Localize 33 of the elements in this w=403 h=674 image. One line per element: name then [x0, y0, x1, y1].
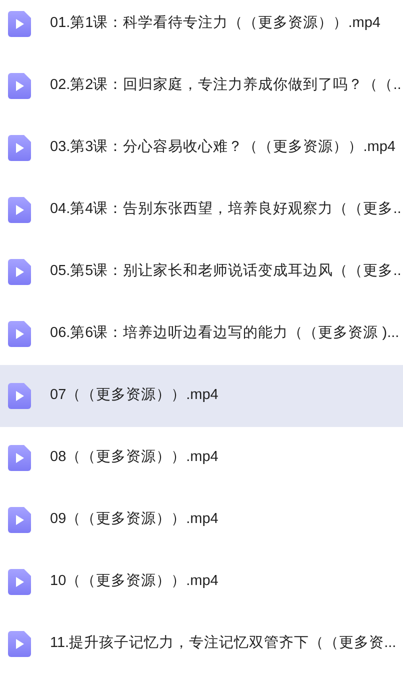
video-file-icon	[8, 135, 31, 161]
file-name: 06.第6课：培养边听边看边写的能力（（更多资源 )...	[50, 324, 400, 344]
file-name: 09（（更多资源））.mp4	[50, 510, 218, 530]
video-file-icon	[8, 631, 31, 657]
file-name: 11.提升孩子记忆力，专注记忆双管齐下（（更多资...	[50, 634, 396, 654]
video-file-icon	[8, 507, 31, 533]
file-row[interactable]: 10（（更多资源））.mp4	[0, 551, 403, 613]
video-file-icon	[8, 569, 31, 595]
video-file-icon	[8, 73, 31, 99]
video-file-icon	[8, 383, 31, 409]
file-row[interactable]: 01.第1课：科学看待专注力（（更多资源））.mp4	[0, 0, 403, 55]
file-name: 10（（更多资源））.mp4	[50, 572, 218, 592]
file-name: 03.第3课：分心容易收心难？（（更多资源））.mp4	[50, 138, 396, 158]
file-row[interactable]: 08（（更多资源））.mp4	[0, 427, 403, 489]
file-name: 01.第1课：科学看待专注力（（更多资源））.mp4	[50, 14, 380, 34]
video-file-icon	[8, 197, 31, 223]
video-file-icon	[8, 259, 31, 285]
file-row[interactable]: 05.第5课：别让家长和老师说话变成耳边风（（更多..	[0, 241, 403, 303]
video-file-icon	[8, 445, 31, 471]
file-name: 05.第5课：别让家长和老师说话变成耳边风（（更多..	[50, 262, 402, 282]
file-row[interactable]: 02.第2课：回归家庭，专注力养成你做到了吗？（（..	[0, 55, 403, 117]
video-file-icon	[8, 11, 31, 37]
file-row[interactable]: 03.第3课：分心容易收心难？（（更多资源））.mp4	[0, 117, 403, 179]
video-file-icon	[8, 321, 31, 347]
file-row[interactable]: 07（（更多资源））.mp4	[0, 365, 403, 427]
file-row[interactable]: 09（（更多资源））.mp4	[0, 489, 403, 551]
file-name: 02.第2课：回归家庭，专注力养成你做到了吗？（（..	[50, 76, 402, 96]
file-name: 07（（更多资源））.mp4	[50, 386, 218, 406]
file-name: 08（（更多资源））.mp4	[50, 448, 218, 468]
file-row[interactable]: 06.第6课：培养边听边看边写的能力（（更多资源 )...	[0, 303, 403, 365]
file-name: 04.第4课：告别东张西望，培养良好观察力（（更多..	[50, 200, 402, 220]
file-row[interactable]: 11.提升孩子记忆力，专注记忆双管齐下（（更多资...	[0, 613, 403, 674]
file-row[interactable]: 04.第4课：告别东张西望，培养良好观察力（（更多..	[0, 179, 403, 241]
